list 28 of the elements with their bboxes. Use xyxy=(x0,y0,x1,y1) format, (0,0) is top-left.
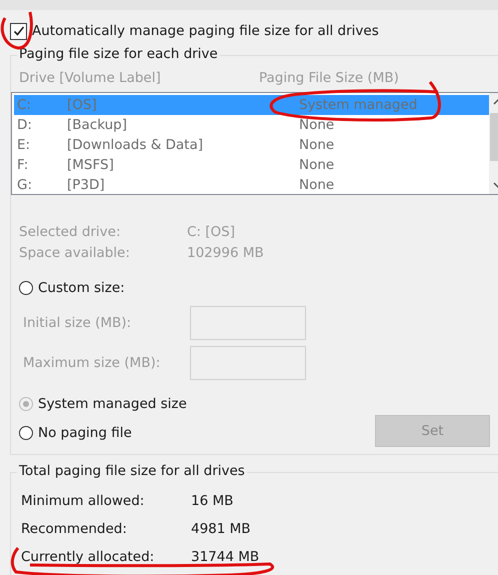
info-value: 102996 MB xyxy=(187,244,265,260)
info-label: Selected drive: xyxy=(19,224,122,240)
column-header: Drive [Volume Label] xyxy=(19,70,162,86)
field-label: Maximum size (MB): xyxy=(23,355,162,371)
info-value: C: [OS] xyxy=(187,224,236,240)
radio-button[interactable] xyxy=(19,397,33,411)
radio-label: System managed size xyxy=(38,396,187,412)
total-label: Currently allocated: xyxy=(21,549,156,565)
radio-label: Custom size: xyxy=(38,280,125,296)
radio-label: No paging file xyxy=(38,425,132,441)
checkbox[interactable] xyxy=(10,22,27,40)
group-title: Total paging file size for all drives xyxy=(17,463,247,479)
total-value: 4981 MB xyxy=(191,521,252,537)
total-value: 16 MB xyxy=(191,493,234,509)
total-label: Recommended: xyxy=(21,521,128,537)
drive-row[interactable]: D: [Backup] None xyxy=(14,115,489,135)
field-label: Initial size (MB): xyxy=(23,315,132,331)
column-header: Paging File Size (MB) xyxy=(259,70,399,86)
drive-row[interactable]: F: [MSFS] None xyxy=(14,155,489,175)
drive-row[interactable]: G: [P3D] None xyxy=(14,175,489,195)
total-label: Minimum allowed: xyxy=(21,493,146,509)
checkbox-label: Automatically manage paging file size for all drives xyxy=(32,23,379,39)
radio-button[interactable] xyxy=(19,281,33,295)
total-value: 31744 MB xyxy=(191,549,260,565)
group-title: Paging file size for each drive xyxy=(17,46,220,62)
drive-row[interactable]: E: [Downloads & Data] None xyxy=(14,135,489,155)
info-label: Space available: xyxy=(19,244,131,260)
radio-button[interactable] xyxy=(19,426,33,440)
